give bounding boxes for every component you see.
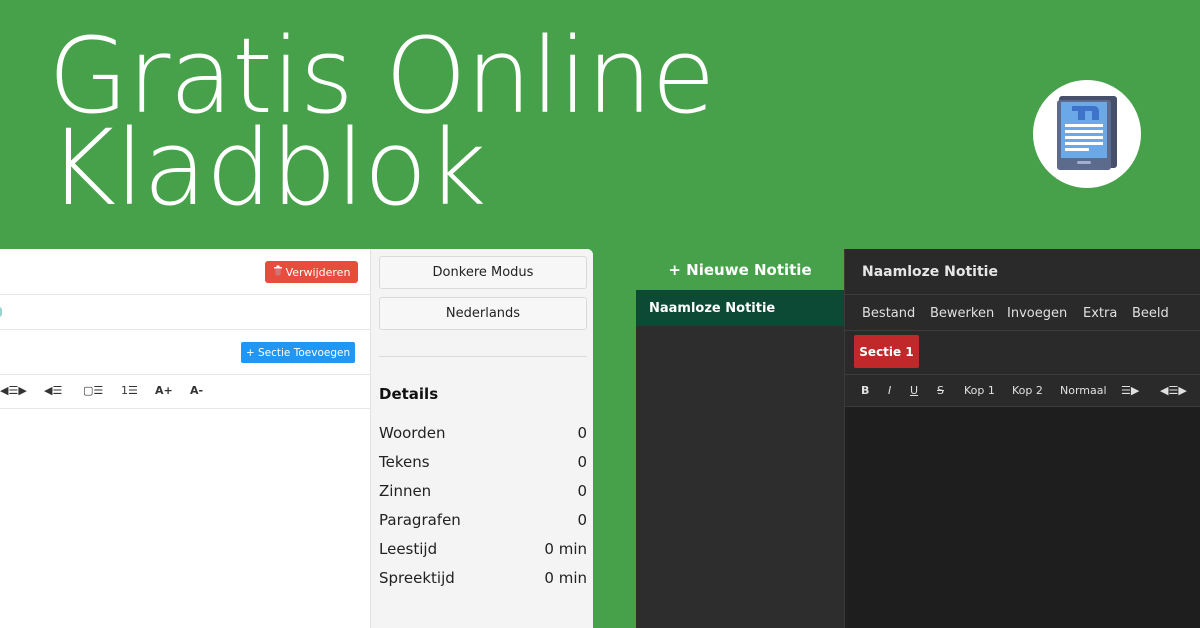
justify-button[interactable]: ◀☰▶ [0, 384, 27, 397]
justify-button[interactable]: ◀☰▶ [1160, 384, 1187, 397]
stat-label: Tekens [379, 453, 430, 471]
language-select[interactable]: Nederlands [379, 297, 587, 330]
menu-extra[interactable]: Extra [1083, 306, 1117, 321]
menu-bar: Bestand Bewerken Invoegen Extra Beeld [845, 295, 1200, 331]
light-section-bar: + Sectie Toevoegen [0, 330, 371, 375]
delete-button-label: Verwijderen [285, 265, 351, 279]
heading-2-button[interactable]: Kop 2 [1012, 384, 1043, 397]
note-list-empty [636, 326, 844, 628]
logo [1033, 80, 1141, 188]
delete-button[interactable]: Verwijderen [265, 261, 358, 283]
stat-value: 0 min [544, 540, 587, 558]
sidebar-divider [379, 356, 587, 357]
stat-label: Paragrafen [379, 511, 461, 529]
heading-1-button[interactable]: Kop 1 [964, 384, 995, 397]
menu-edit[interactable]: Bewerken [930, 306, 994, 321]
new-note-button[interactable]: + Nieuwe Notitie [636, 249, 844, 290]
menu-view[interactable]: Beeld [1132, 306, 1169, 321]
note-title[interactable]: Naamloze Notitie [845, 249, 1200, 295]
font-decrease-button[interactable]: A- [190, 384, 203, 397]
dark-mode-button[interactable]: Donkere Modus [379, 256, 587, 289]
stat-value: 0 [577, 453, 587, 471]
section-tabs: Sectie 1 [845, 331, 1200, 375]
stat-row: Leestijd 0 min [379, 540, 587, 558]
italic-button[interactable]: I [888, 384, 891, 397]
stat-row: Paragrafen 0 [379, 511, 587, 529]
stat-label: Zinnen [379, 482, 432, 500]
light-editor-main: Verwijderen + Sectie Toevoegen ◀☰▶ ◀☰ ▢☰… [0, 249, 371, 628]
stat-row: Tekens 0 [379, 453, 587, 471]
stat-row: Spreektijd 0 min [379, 569, 587, 587]
stat-row: Zinnen 0 [379, 482, 587, 500]
strikethrough-button[interactable]: S [937, 384, 944, 397]
stat-label: Woorden [379, 424, 446, 442]
notepad-tablet-icon [1057, 96, 1117, 170]
dark-format-toolbar: B I U S Kop 1 Kop 2 Normaal ☰▶ ◀☰▶ [845, 375, 1200, 407]
trash-icon [273, 265, 283, 279]
notes-sidebar: + Nieuwe Notitie Naamloze Notitie [636, 249, 844, 628]
dark-editor-main: Naamloze Notitie Bestand Bewerken Invoeg… [844, 249, 1200, 628]
stat-value: 0 [577, 482, 587, 500]
stat-row: Woorden 0 [379, 424, 587, 442]
details-sidebar: Donkere Modus Nederlands Details Woorden… [371, 249, 593, 628]
bold-button[interactable]: B [861, 384, 869, 397]
normal-text-button[interactable]: Normaal [1060, 384, 1107, 397]
light-editor-window: Verwijderen + Sectie Toevoegen ◀☰▶ ◀☰ ▢☰… [0, 249, 593, 628]
stat-value: 0 [577, 511, 587, 529]
font-increase-button[interactable]: A+ [155, 384, 173, 397]
headline: Gratis Online Kladblok [48, 24, 715, 220]
menu-insert[interactable]: Invoegen [1007, 306, 1067, 321]
add-section-button[interactable]: + Sectie Toevoegen [241, 342, 355, 363]
stat-label: Leestijd [379, 540, 438, 558]
tab-indicator [0, 307, 2, 317]
light-format-toolbar: ◀☰▶ ◀☰ ▢☰ 1☰ A+ A- [0, 375, 371, 409]
indent-button[interactable]: ☰▶ [1121, 384, 1139, 397]
outdent-button[interactable]: ◀☰ [44, 384, 62, 397]
note-list-item[interactable]: Naamloze Notitie [636, 290, 844, 326]
light-tab-bar [0, 295, 371, 330]
stat-value: 0 min [544, 569, 587, 587]
section-tab[interactable]: Sectie 1 [854, 335, 919, 368]
stat-label: Spreektijd [379, 569, 455, 587]
light-header-bar: Verwijderen [0, 249, 371, 295]
details-title: Details [379, 385, 439, 403]
menu-file[interactable]: Bestand [862, 306, 915, 321]
underline-button[interactable]: U [910, 384, 918, 397]
bullet-list-button[interactable]: ▢☰ [83, 384, 103, 397]
stat-value: 0 [577, 424, 587, 442]
numbered-list-button[interactable]: 1☰ [121, 384, 138, 397]
